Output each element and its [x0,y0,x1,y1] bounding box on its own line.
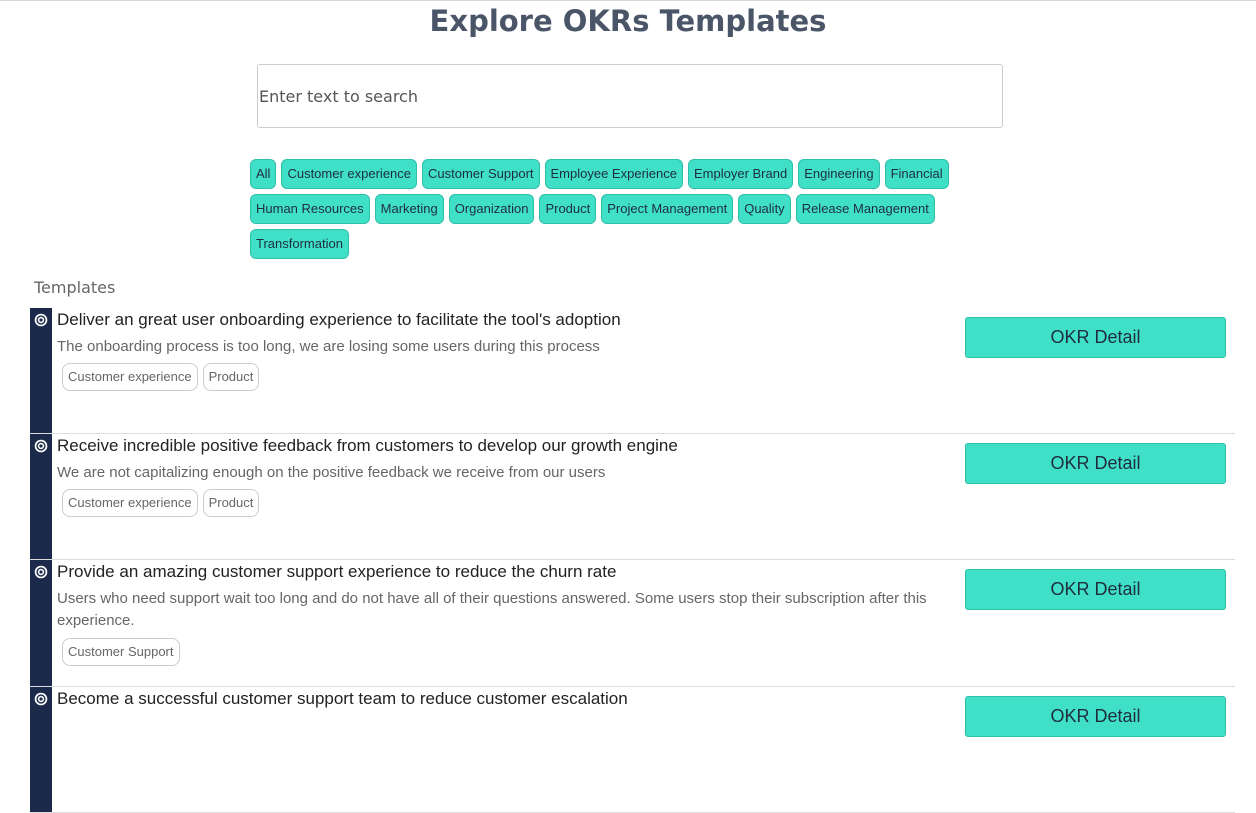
filter-chip-employee-experience[interactable]: Employee Experience [544,159,683,189]
okr-description: We are not capitalizing enough on the po… [57,464,606,481]
filter-chips: All Customer experience Customer Support… [250,159,950,259]
filter-chip-marketing[interactable]: Marketing [374,194,444,224]
target-icon [34,313,48,327]
filter-chip-organization[interactable]: Organization [448,194,535,224]
okr-detail-button[interactable]: OKR Detail [965,569,1226,610]
okr-detail-button[interactable]: OKR Detail [965,317,1226,358]
filter-chip-project-management[interactable]: Project Management [601,194,734,224]
tag-list: Customer Support [62,638,180,666]
okr-description: The onboarding process is too long, we a… [57,338,600,355]
filter-chip-human-resources[interactable]: Human Resources [250,194,370,224]
filter-chip-financial[interactable]: Financial [884,159,949,189]
okr-description: Users who need support wait too long and… [57,590,927,629]
template-row: Deliver an great user onboarding experie… [30,308,1235,434]
page-title: Explore OKRs Templates [429,4,827,38]
filter-chip-transformation[interactable]: Transformation [250,229,349,259]
search-input[interactable] [257,64,1003,128]
filter-chip-customer-support[interactable]: Customer Support [422,159,540,189]
template-row: Provide an amazing customer support expe… [30,560,1235,687]
okr-title: Become a successful customer support tea… [57,689,628,708]
tag: Customer Support [62,638,180,666]
target-icon [34,565,48,579]
okr-detail-button[interactable]: OKR Detail [965,443,1226,484]
template-row: Become a successful customer support tea… [30,687,1235,813]
filter-chip-release-management[interactable]: Release Management [795,194,935,224]
tag: Customer experience [62,489,198,517]
filter-chip-quality[interactable]: Quality [738,194,791,224]
filter-chip-customer-experience[interactable]: Customer experience [281,159,418,189]
row-accent-bar [30,308,52,433]
tag: Product [202,489,260,517]
tag: Customer experience [62,363,198,391]
row-accent-bar [30,434,52,559]
target-icon [34,439,48,453]
row-accent-bar [30,560,52,686]
target-icon [34,692,48,706]
filter-chip-employer-brand[interactable]: Employer Brand [687,159,794,189]
okr-title: Provide an amazing customer support expe… [57,562,617,581]
filter-chip-engineering[interactable]: Engineering [798,159,880,189]
filter-chip-product[interactable]: Product [539,194,597,224]
okr-detail-button[interactable]: OKR Detail [965,696,1226,737]
tag-list: Customer experience Product [62,489,260,517]
filter-chip-all[interactable]: All [250,159,277,189]
templates-heading: Templates [34,278,116,297]
okr-title: Deliver an great user onboarding experie… [57,310,621,329]
tag: Product [202,363,260,391]
template-row: Receive incredible positive feedback fro… [30,434,1235,560]
okr-title: Receive incredible positive feedback fro… [57,436,678,455]
row-accent-bar [30,687,52,812]
tag-list: Customer experience Product [62,363,260,391]
